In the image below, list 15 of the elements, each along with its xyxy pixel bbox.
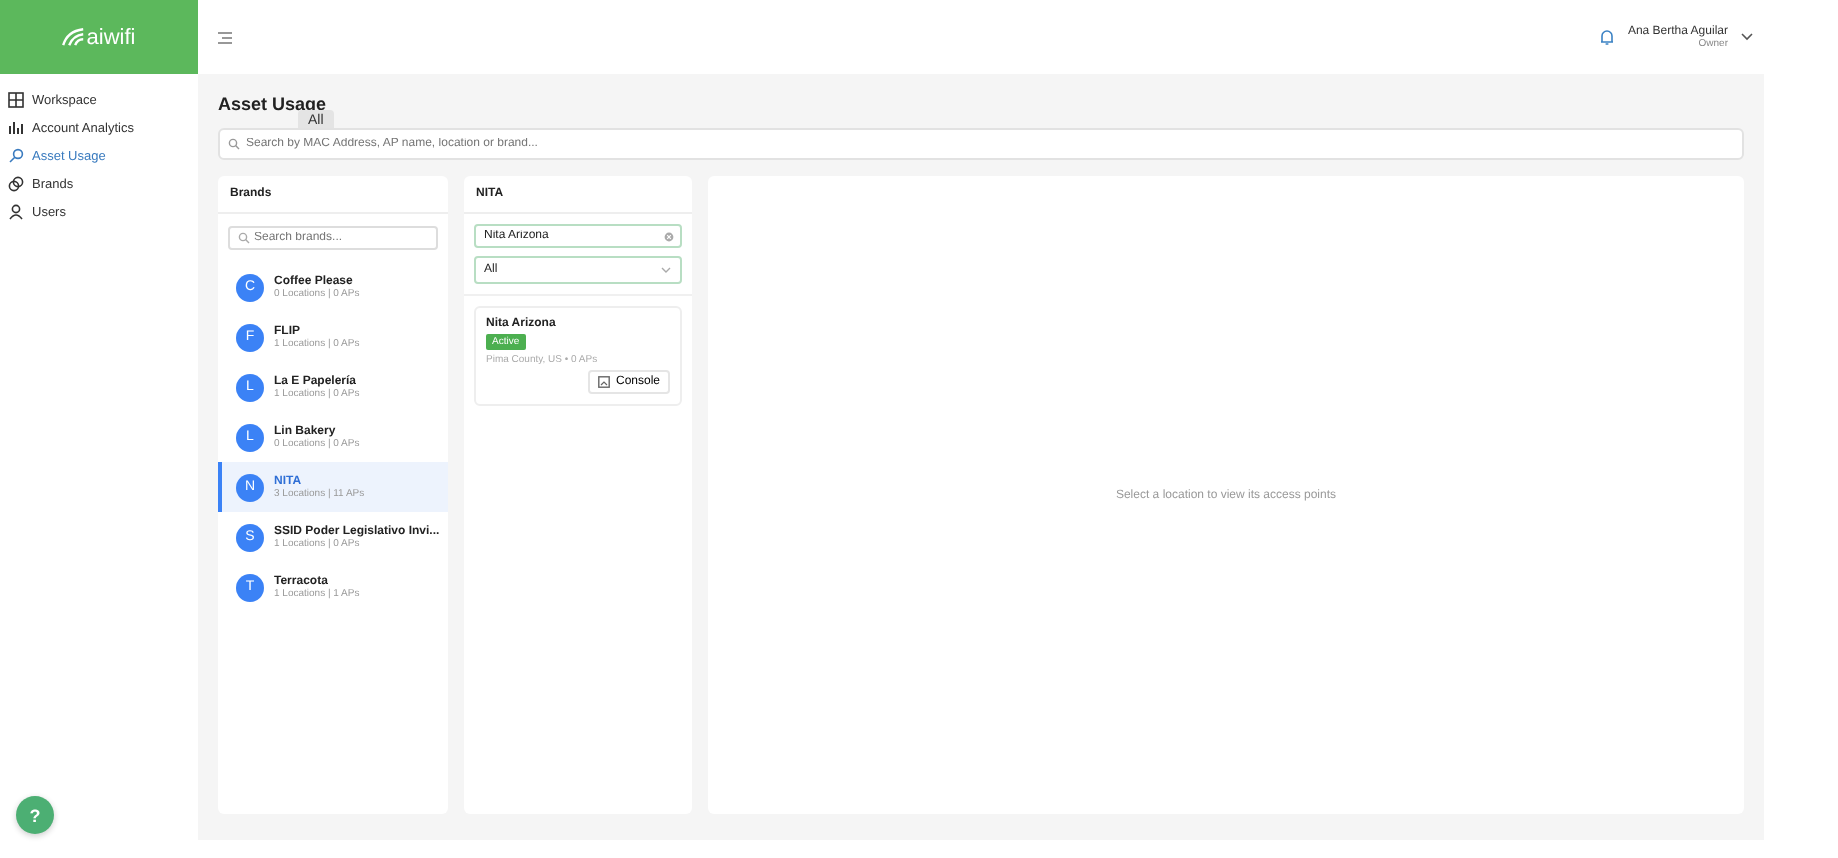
- rings-icon: [8, 176, 24, 192]
- grid-icon: [8, 92, 24, 108]
- bell-icon[interactable]: [1597, 28, 1616, 46]
- user-icon: [8, 204, 24, 220]
- chevron-down-icon[interactable]: [1740, 32, 1754, 42]
- console-icon: [597, 376, 610, 388]
- search-icon: [8, 148, 24, 164]
- clear-icon[interactable]: [664, 231, 674, 241]
- search-icon: [238, 232, 250, 244]
- chevron-down-icon: [660, 266, 672, 274]
- wifi-icon: [62, 28, 85, 46]
- menu-icon[interactable]: [218, 31, 232, 43]
- search-icon: [228, 138, 240, 150]
- chart-icon: [8, 120, 24, 136]
- logo: aiwifi: [0, 0, 198, 74]
